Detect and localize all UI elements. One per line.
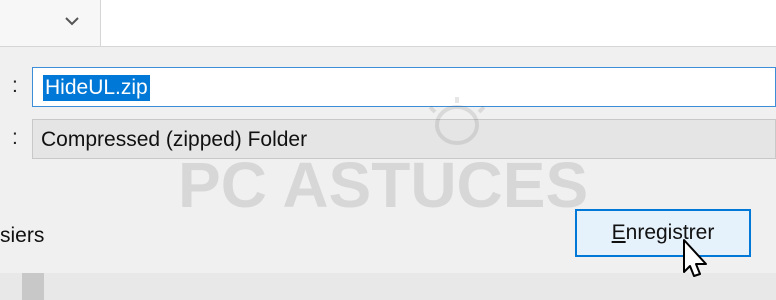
- filename-label: :: [12, 74, 18, 97]
- watermark-text: PC ASTUCES: [178, 149, 588, 221]
- filetype-label: :: [12, 126, 18, 149]
- save-dialog: : HideUL.zip : Compressed (zipped) Folde…: [0, 0, 776, 300]
- hide-folders-toggle[interactable]: siers: [0, 224, 44, 248]
- mouse-pointer-icon: [683, 239, 707, 277]
- filename-value: HideUL.zip: [43, 75, 150, 101]
- toolbar-strip: [0, 0, 776, 47]
- chevron-down-icon[interactable]: [60, 12, 84, 32]
- pc-astuces-logo: PC ASTUCES: [178, 97, 588, 221]
- save-button-accelerator: E: [611, 221, 626, 244]
- scrollbar-track[interactable]: [22, 273, 44, 300]
- toolbar-cell: [0, 0, 101, 46]
- status-strip: [0, 273, 776, 300]
